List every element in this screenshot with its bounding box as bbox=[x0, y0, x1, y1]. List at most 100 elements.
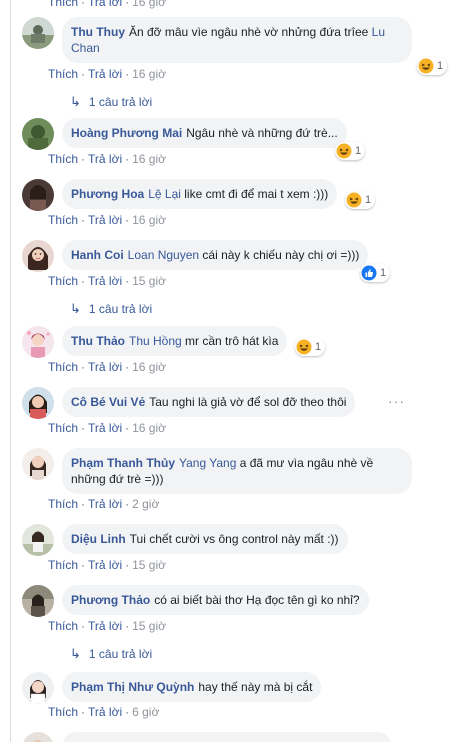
reply-link[interactable]: Trả lời bbox=[88, 152, 122, 166]
like-link[interactable]: Thích bbox=[48, 619, 78, 633]
comment-time[interactable]: 15 giờ bbox=[132, 558, 166, 572]
avatar[interactable] bbox=[22, 240, 54, 272]
more-dots-icon[interactable]: ··· bbox=[388, 393, 405, 409]
comment-author[interactable]: Thu Thảo bbox=[71, 334, 125, 348]
like-link[interactable]: Thích bbox=[48, 152, 78, 166]
comment-actions: Thích · Trả lời · 15 giờ bbox=[48, 274, 166, 288]
reaction-badge[interactable]: 1 bbox=[417, 57, 448, 75]
reply-link[interactable]: Trả lời bbox=[88, 213, 122, 227]
comment-bubble: Cô Bé Vui Vẻ Tau nghi là giả vờ để sol đỡ… bbox=[62, 387, 356, 417]
comment-text: Ngâu nhè và những đứ trè... bbox=[186, 126, 338, 140]
comment-author[interactable]: Hanh Coi bbox=[71, 248, 124, 262]
like-link[interactable]: Thích bbox=[48, 274, 78, 288]
comment-author[interactable]: Diệu Linh bbox=[71, 532, 126, 546]
comment-text: hay thế này mà bị cắt bbox=[198, 680, 313, 694]
comment-time[interactable]: 16 giờ bbox=[132, 360, 166, 374]
reaction-badge[interactable]: 1 bbox=[360, 264, 391, 282]
comment-actions: Thích · Trả lời · 15 giờ bbox=[48, 619, 166, 633]
comment-mention[interactable]: Thu Hồng bbox=[129, 334, 182, 348]
comment-author[interactable]: Phương Thảo bbox=[71, 593, 150, 607]
comment-text: Tui chết cười vs ông control này mất :)) bbox=[129, 532, 339, 546]
like-link[interactable]: Thích bbox=[48, 0, 78, 9]
reply-link[interactable]: Trả lời bbox=[88, 558, 122, 572]
view-replies-link[interactable]: ↳ 1 câu trả lời bbox=[70, 94, 153, 110]
like-link[interactable]: Thích bbox=[48, 67, 78, 81]
avatar[interactable] bbox=[22, 524, 54, 556]
like-link[interactable]: Thích bbox=[48, 497, 78, 511]
replies-count: 1 câu trả lời bbox=[88, 302, 153, 316]
comment-bubble: Phương Hoa Lệ Lại like cmt đi để mai t xe… bbox=[62, 179, 338, 209]
reaction-count: 1 bbox=[380, 267, 387, 279]
comment-actions: Thích · Trả lời · 16 giờ bbox=[48, 360, 166, 374]
comment-bubble: Phạm Thanh Thủy Yang Yang a đã mư vìa ngâ… bbox=[62, 448, 412, 494]
comment-author[interactable]: Phạm Thị Như Quỳnh bbox=[71, 680, 194, 694]
avatar[interactable] bbox=[22, 387, 54, 419]
avatar[interactable] bbox=[22, 732, 54, 742]
avatar[interactable] bbox=[22, 448, 54, 480]
avatar[interactable] bbox=[22, 672, 54, 704]
comment-actions: Thích · Trả lời · 16 giờ bbox=[48, 421, 166, 435]
comment-time[interactable]: 16 giờ bbox=[132, 67, 166, 81]
reply-link[interactable]: Trả lời bbox=[88, 67, 122, 81]
reply-link[interactable]: Trả lời bbox=[88, 705, 122, 719]
haha-emoji-icon bbox=[336, 143, 352, 159]
comment-text-line2: những đứ trè =))) bbox=[71, 472, 164, 486]
comment-author[interactable]: Cô Bé Vui Vẻ bbox=[71, 395, 145, 409]
view-replies-link[interactable]: ↳ 1 câu trả lời bbox=[70, 647, 152, 662]
comment-time[interactable]: 16 giờ bbox=[132, 152, 166, 166]
comment-bubble bbox=[62, 732, 392, 742]
reaction-badge[interactable]: 1 bbox=[335, 142, 366, 160]
like-thumb-icon bbox=[361, 265, 377, 281]
avatar[interactable] bbox=[22, 118, 54, 150]
comment-time[interactable]: 6 giờ bbox=[132, 705, 159, 719]
comment-author[interactable]: Phương Hoa bbox=[71, 187, 144, 201]
view-replies-link[interactable]: ↳ 1 câu trả lời bbox=[70, 302, 153, 317]
reaction-count: 1 bbox=[437, 60, 444, 72]
comment-time[interactable]: 16 giờ bbox=[132, 421, 166, 435]
comment-mention[interactable]: Lệ Lại bbox=[148, 187, 181, 201]
comment-text: có ai biết bài thơ Hạ đọc tên gì ko nhỉ? bbox=[154, 593, 360, 607]
reply-link[interactable]: Trả lời bbox=[88, 274, 122, 288]
reply-link[interactable]: Trả lời bbox=[88, 0, 122, 9]
reaction-badge[interactable]: 1 bbox=[345, 191, 376, 209]
comment-bubble: Thu Thuy Ăn đỡ mâu vìe ngâu nhè vờ nhửng … bbox=[62, 17, 412, 63]
reply-link[interactable]: Trả lời bbox=[88, 497, 122, 511]
reply-link[interactable]: Trả lời bbox=[88, 421, 122, 435]
like-link[interactable]: Thích bbox=[48, 360, 78, 374]
comment-author[interactable]: Thu Thuy bbox=[71, 25, 125, 39]
comment-actions: Thích · Trả lời · 15 giờ bbox=[48, 558, 166, 572]
comment-actions: Thích · Trả lời · 16 giờ bbox=[48, 67, 166, 81]
comment-bubble: Diệu Linh Tui chết cười vs ông control nà… bbox=[62, 524, 348, 554]
replies-count: 1 câu trả lời bbox=[88, 95, 153, 109]
avatar[interactable] bbox=[22, 585, 54, 617]
comment-bubble: Phạm Thị Như Quỳnh hay thế này mà bị cắt bbox=[62, 672, 322, 702]
comment-time[interactable]: 15 giờ bbox=[132, 619, 166, 633]
reply-arrow-icon: ↳ bbox=[70, 94, 81, 109]
comment-time[interactable]: 2 giờ bbox=[132, 497, 159, 511]
reaction-badge[interactable]: 1 bbox=[295, 338, 326, 356]
comment-text: like cmt đi để mai t xem :))) bbox=[184, 187, 329, 201]
avatar[interactable] bbox=[22, 17, 54, 49]
like-link[interactable]: Thích bbox=[48, 213, 78, 227]
comment-time[interactable]: 16 giờ bbox=[132, 0, 166, 9]
haha-emoji-icon bbox=[418, 58, 434, 74]
comment-text: Ăn đỡ mâu vìe ngâu nhè vờ nhửng đứa trîe… bbox=[129, 25, 369, 39]
avatar[interactable] bbox=[22, 179, 54, 211]
comment-time[interactable]: 16 giờ bbox=[132, 213, 166, 227]
comment-author[interactable]: Phạm Thanh Thủy bbox=[71, 456, 175, 470]
comment-text: cái này k chiếu này chị ơi =))) bbox=[202, 248, 360, 262]
comment-actions-partial: Thích · Trả lời · 16 giờ bbox=[48, 0, 166, 9]
reply-link[interactable]: Trả lời bbox=[88, 360, 122, 374]
comment-mention[interactable]: Yang Yang bbox=[179, 456, 236, 470]
haha-emoji-icon bbox=[296, 339, 312, 355]
reply-link[interactable]: Trả lời bbox=[88, 619, 122, 633]
comment-time[interactable]: 15 giờ bbox=[132, 274, 166, 288]
comment-author[interactable]: Hoàng Phương Mai bbox=[71, 126, 182, 140]
like-link[interactable]: Thích bbox=[48, 705, 78, 719]
avatar[interactable] bbox=[22, 326, 54, 358]
thread-line bbox=[10, 0, 11, 742]
comment-bubble: Hoàng Phương Mai Ngâu nhè và những đứ trè… bbox=[62, 118, 347, 148]
like-link[interactable]: Thích bbox=[48, 421, 78, 435]
like-link[interactable]: Thích bbox=[48, 558, 78, 572]
comment-mention[interactable]: Loan Nguyen bbox=[128, 248, 199, 262]
